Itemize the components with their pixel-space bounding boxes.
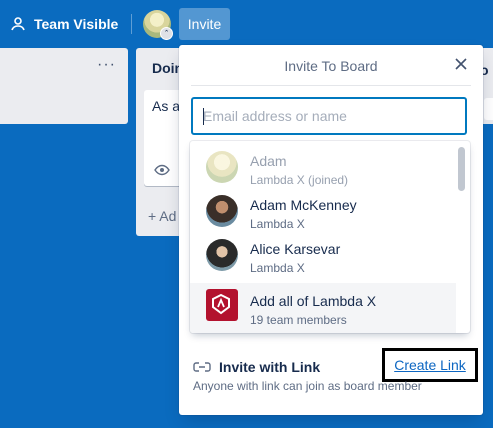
team-visibility-button[interactable]: Team Visible [10,8,118,40]
team-visibility-label: Team Visible [34,16,119,32]
popover-divider [191,85,471,86]
list-menu-button[interactable]: ··· [97,56,116,74]
close-icon[interactable] [453,56,469,72]
invite-with-link-label: Invite with Link [219,359,321,375]
list-left: ··· [0,48,128,124]
board-header: Team Visible ⌃ Invite [0,0,493,48]
email-input[interactable] [191,97,467,135]
suggestion-sub: Lambda X (joined) [250,173,349,187]
dropdown-scrollbar-thumb[interactable] [458,147,465,191]
suggestion-name: Adam McKenney [250,197,357,213]
team-icon [11,17,25,31]
create-link-button[interactable]: Create Link [382,348,478,382]
suggestion-sub: Lambda X [250,261,305,275]
suggestion-name: Add all of Lambda X [250,293,377,309]
suggestion-name: Adam [250,153,287,169]
popover-title: Invite To Board [284,58,378,74]
avatar [206,195,238,227]
invite-button[interactable]: Invite [179,8,230,40]
suggestions-dropdown: Adam Lambda X (joined) Adam McKenney Lam… [190,141,470,333]
suggestion-adam[interactable]: Adam Lambda X (joined) [190,145,456,189]
eye-icon [154,164,170,176]
suggestion-name: Alice Karsevar [250,241,341,257]
text-caret [203,108,204,125]
card-right[interactable] [484,98,493,120]
avatar [206,239,238,271]
avatar-badge-icon: ⌃ [160,27,173,40]
add-card-button[interactable]: + Ad [148,208,176,224]
suggestion-sub: 19 team members [250,313,347,327]
team-logo-icon [206,289,238,321]
avatar [206,151,238,183]
suggestion-alice-karsevar[interactable]: Alice Karsevar Lambda X [190,233,456,277]
suggestion-adam-mckenney[interactable]: Adam McKenney Lambda X [190,189,456,233]
invite-with-link-row: Invite with Link [193,357,320,377]
suggestion-sub: Lambda X [250,217,305,231]
header-divider [131,14,132,34]
invite-popover: Invite To Board Adam Lambda X (joined) A… [179,45,483,415]
invite-link-helper-text: Anyone with link can join as board membe… [193,379,422,393]
link-icon [193,362,211,372]
suggestion-add-all-team[interactable]: Add all of Lambda X 19 team members [190,283,456,333]
